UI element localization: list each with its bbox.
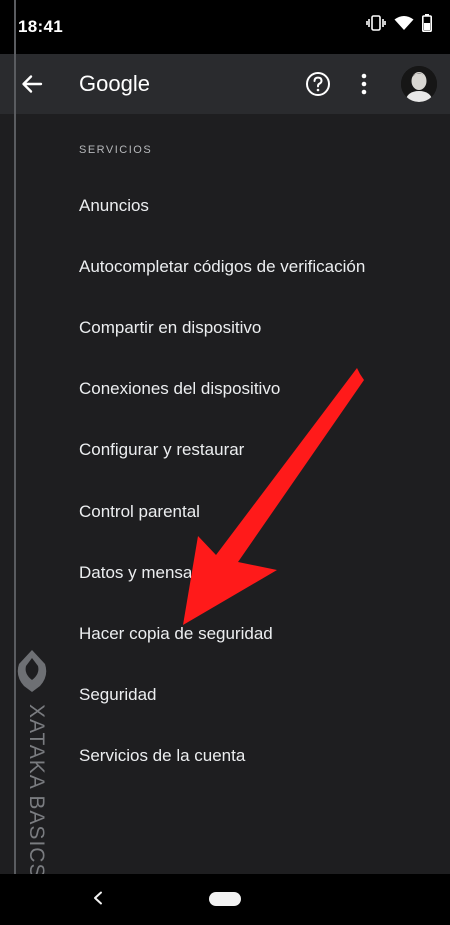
status-bar: 18:41 [0,0,450,54]
wifi-icon [394,15,414,31]
list-item-hacer-copia-de-seguridad[interactable]: Hacer copia de seguridad [0,604,450,664]
app-bar: Google [0,54,450,114]
list-item-label: Configurar y restaurar [79,440,245,459]
list-item-configurar-y-restaurar[interactable]: Configurar y restaurar [0,420,450,480]
list-item-label: Control parental [79,502,200,521]
help-circle-icon [306,72,330,96]
help-button[interactable] [300,66,336,102]
user-avatar-icon [401,66,437,102]
page-title: Google [79,71,150,96]
xataka-logo-icon [17,650,47,692]
section-header: SERVICIOS [79,144,153,156]
watermark-line [14,0,16,905]
arrow-back-icon [22,75,43,93]
avatar[interactable] [401,66,437,102]
list-item-label: Autocompletar códigos de verificación [79,257,366,276]
nav-back-button[interactable] [86,886,110,910]
list-item-seguridad[interactable]: Seguridad [0,665,450,725]
list-item-autocompletar-codigos[interactable]: Autocompletar códigos de verificación [0,237,450,297]
list-item-label: Conexiones del dispositivo [79,379,281,398]
settings-list: SERVICIOS Anuncios Autocompletar códigos… [0,114,450,874]
list-item-servicios-de-la-cuenta[interactable]: Servicios de la cuenta [0,726,450,786]
watermark-text: XATAKA BASICS [25,704,48,879]
list-item-anuncios[interactable]: Anuncios [0,176,450,236]
list-item-label: Servicios de la cuenta [79,746,246,765]
list-item-compartir-en-dispositivo[interactable]: Compartir en dispositivo [0,298,450,358]
list-item-control-parental[interactable]: Control parental [0,482,450,542]
list-item-label: Compartir en dispositivo [79,318,262,337]
screen: 18:41 Google SERVICIOS Anuncios Autocomp… [0,0,450,925]
nav-home-pill[interactable] [209,892,241,906]
system-nav-bar [0,874,450,925]
list-item-label: Hacer copia de seguridad [79,624,273,643]
vibrate-icon [366,15,386,31]
list-item-label: Anuncios [79,196,149,215]
list-item-label: Datos y mensajes [79,563,215,582]
status-time: 18:41 [18,17,63,36]
more-options-button[interactable] [346,66,382,102]
list-item-conexiones-del-dispositivo[interactable]: Conexiones del dispositivo [0,359,450,419]
back-button[interactable] [14,66,50,102]
nav-back-icon [94,891,102,905]
list-item-label: Seguridad [79,685,157,704]
list-item-datos-y-mensajes[interactable]: Datos y mensajes [0,543,450,603]
battery-icon [422,14,432,32]
more-vert-icon [361,73,367,95]
status-icons [366,14,432,32]
